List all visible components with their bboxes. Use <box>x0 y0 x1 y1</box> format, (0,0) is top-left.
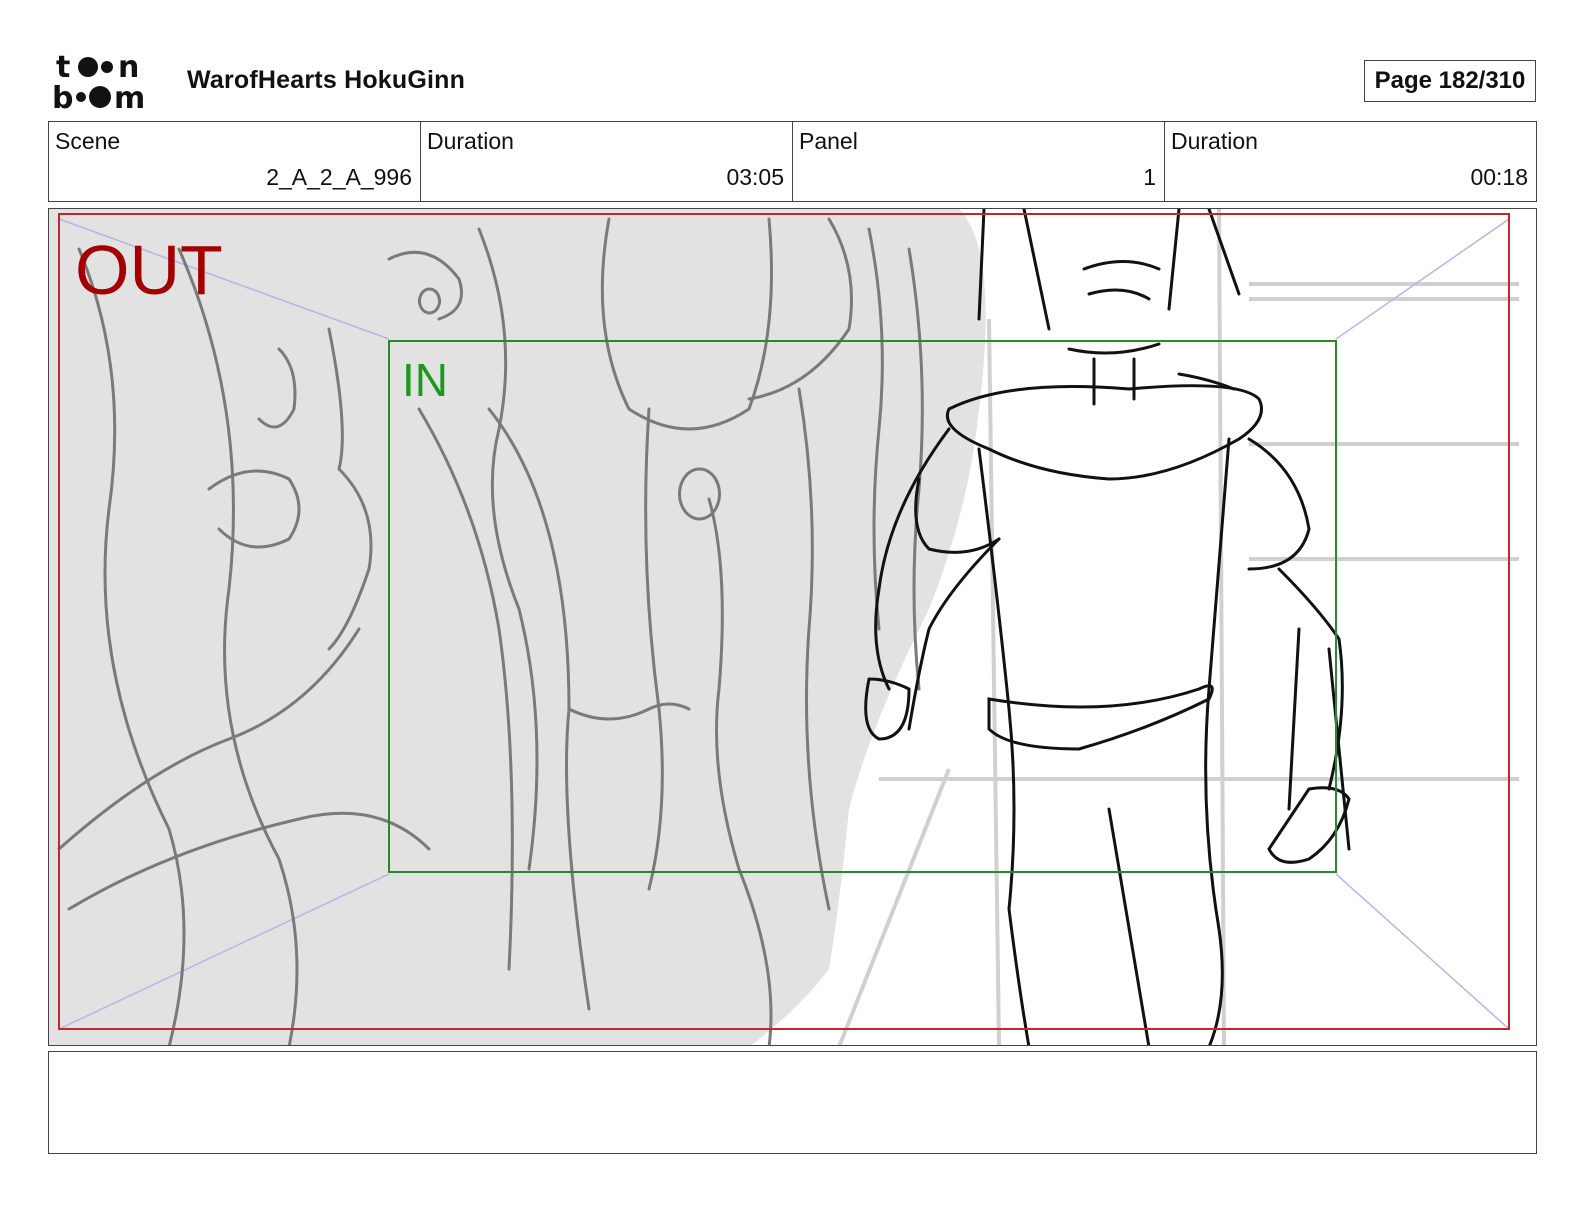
panel-value: 1 <box>1143 164 1156 190</box>
panel-label: Panel <box>799 128 858 154</box>
scene-duration-cell: Duration 03:05 <box>421 122 793 201</box>
panel-duration-cell: Duration 00:18 <box>1165 122 1536 201</box>
svg-text:b: b <box>52 81 73 112</box>
svg-text:t: t <box>56 50 70 85</box>
project-title: WarofHearts HokuGinn <box>187 66 466 94</box>
scene-duration-label: Duration <box>427 128 514 154</box>
panel-cell: Panel 1 <box>793 122 1165 201</box>
scene-info-table: Scene 2_A_2_A_996 Duration 03:05 Panel 1… <box>48 121 1537 202</box>
scene-label: Scene <box>55 128 121 154</box>
toonboom-logo: t n b m <box>52 50 145 112</box>
storyboard-panel: OUT IN <box>48 208 1537 1046</box>
panel-duration-label: Duration <box>1171 128 1258 154</box>
scene-cell: Scene 2_A_2_A_996 <box>49 122 421 201</box>
svg-text:m: m <box>114 81 145 112</box>
scene-duration-value: 03:05 <box>726 164 784 190</box>
panel-duration-value: 00:18 <box>1470 164 1528 190</box>
in-frame-label: IN <box>402 354 448 406</box>
out-frame-label: OUT <box>75 231 223 309</box>
panel-notes-box[interactable] <box>48 1051 1537 1154</box>
page-indicator: Page 182/310 <box>1364 60 1536 102</box>
panel-sketch <box>49 209 1519 1045</box>
scene-value: 2_A_2_A_996 <box>266 164 412 190</box>
svg-text:n: n <box>118 50 139 85</box>
